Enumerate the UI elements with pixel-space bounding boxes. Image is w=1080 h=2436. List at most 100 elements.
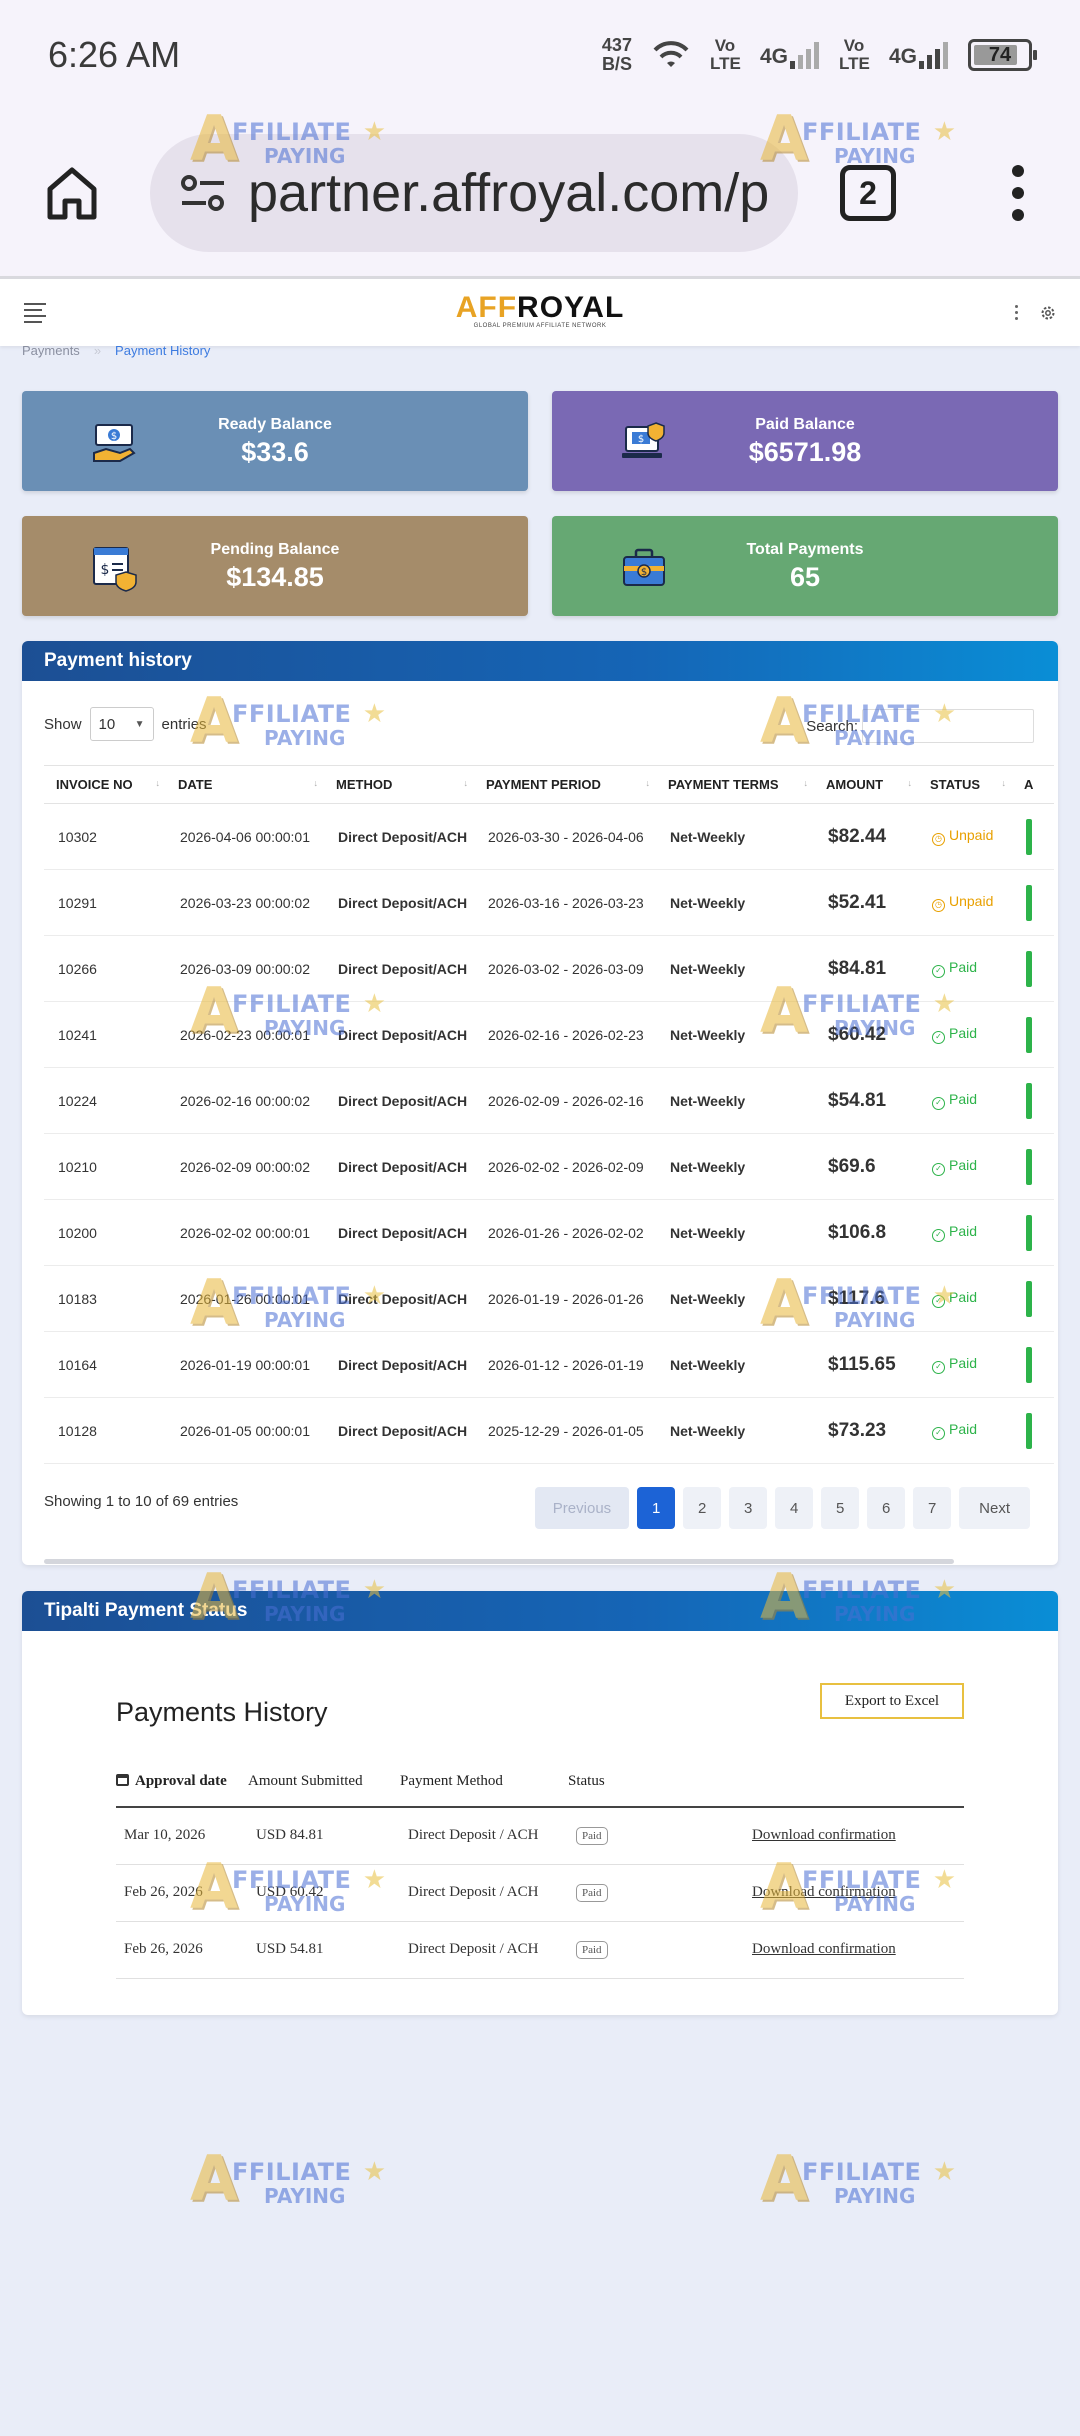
check-circle-icon: ✓ (932, 1427, 945, 1440)
download-confirmation-link[interactable]: Download confirmation (752, 1884, 896, 1900)
more-options-icon[interactable] (1015, 305, 1018, 320)
network-speed: 437 B/S (602, 36, 632, 74)
status-cell: Paid (568, 1864, 744, 1922)
action-cell (1012, 1199, 1054, 1266)
amount-cell: $60.42 (814, 1001, 918, 1068)
previous-page-button[interactable]: Previous (534, 1487, 630, 1529)
horizontal-scrollbar[interactable] (44, 1559, 954, 1564)
page-size-select[interactable]: 10 ▼ (89, 707, 154, 741)
download-header (744, 1757, 964, 1808)
page-button[interactable]: 3 (729, 1487, 768, 1529)
tab-switcher-button[interactable]: 2 (840, 165, 896, 221)
table-footer: Showing 1 to 10 of 69 entries Previous 1 2… (22, 1463, 1058, 1564)
affroyal-logo[interactable]: AFFROYAL GLOBAL PREMIUM AFFILIATE NETWOR… (456, 293, 625, 330)
amount-submitted-cell: USD 54.81 (248, 1921, 400, 1979)
clock-icon: ◷ (932, 899, 945, 912)
invoice-cell: 10224 (44, 1067, 166, 1134)
laptop-shield-icon: $ (622, 422, 665, 458)
invoice-cell: 10164 (44, 1331, 166, 1398)
sort-icon: ↓ (803, 778, 809, 788)
amount-submitted-header: Amount Submitted (248, 1757, 400, 1808)
date-cell: 2026-02-23 00:00:01 (166, 1001, 324, 1068)
status-cell: ✓ Paid (918, 1397, 1012, 1464)
search-label: Search: (806, 717, 858, 735)
gear-icon[interactable] (1040, 305, 1056, 321)
action-button[interactable] (1026, 818, 1032, 855)
action-button[interactable] (1026, 1148, 1032, 1185)
star-icon: ★ (932, 2156, 956, 2186)
terms-cell: Net-Weekly (656, 803, 814, 870)
entries-label: entries (161, 715, 207, 733)
export-to-excel-button[interactable]: Export to Excel (820, 1683, 964, 1719)
tipalti-panel: Tipalti Payment Status Payments History … (22, 1591, 1058, 2015)
page-button[interactable]: 5 (821, 1487, 860, 1529)
download-confirmation-link[interactable]: Download confirmation (752, 1827, 896, 1843)
page-size-control: Show 10 ▼ entries (44, 707, 207, 741)
page-button[interactable]: 6 (867, 1487, 906, 1529)
status-cell: ◷ Unpaid (918, 869, 1012, 936)
download-cell: Download confirmation (744, 1864, 964, 1922)
page-button[interactable]: 2 (683, 1487, 722, 1529)
action-button[interactable] (1026, 1346, 1032, 1383)
check-circle-icon: ✓ (932, 1361, 945, 1374)
action-button[interactable] (1026, 884, 1032, 921)
tipalti-header-row: Approval date Amount Submitted Payment M… (116, 1757, 964, 1808)
tipalti-row: Feb 26, 2026 USD 54.81 Direct Deposit / AC… (116, 1921, 964, 1979)
column-header-2[interactable]: METHOD ↓ (324, 765, 474, 804)
column-header-1[interactable]: DATE ↓ (166, 765, 324, 804)
breadcrumb-payments[interactable]: Payments (22, 343, 80, 358)
column-header-3[interactable]: PAYMENT PERIOD ↓ (474, 765, 656, 804)
page-button[interactable]: 1 (637, 1487, 676, 1529)
action-button[interactable] (1026, 1280, 1032, 1317)
status-bar: 6:26 AM 437 B/S Vo LTE 4G Vo LTE 4G 74 (0, 0, 1080, 110)
svg-text:$: $ (638, 434, 644, 445)
page-button[interactable]: 4 (775, 1487, 814, 1529)
method-cell: Direct Deposit/ACH (324, 1265, 474, 1332)
column-header-6[interactable]: STATUS ↓ (918, 765, 1012, 804)
action-button[interactable] (1026, 1214, 1032, 1251)
page-button[interactable]: 7 (913, 1487, 952, 1529)
date-cell: 2026-04-06 00:00:01 (166, 803, 324, 870)
column-header-7[interactable]: A (1012, 765, 1054, 804)
column-header-4[interactable]: PAYMENT TERMS ↓ (656, 765, 814, 804)
home-button[interactable] (40, 161, 104, 225)
signal-2: 4G (889, 41, 948, 69)
site-header: AFFROYAL GLOBAL PREMIUM AFFILIATE NETWOR… (0, 276, 1080, 346)
address-bar[interactable]: partner.affroyal.com/p (150, 134, 798, 252)
next-page-button[interactable]: Next (959, 1487, 1030, 1529)
invoice-cell: 10210 (44, 1133, 166, 1200)
browser-menu-button[interactable] (1012, 165, 1024, 221)
invoice-cell: 10302 (44, 803, 166, 870)
site-settings-icon[interactable] (180, 173, 226, 213)
action-button[interactable] (1026, 950, 1032, 987)
pagination: Previous 1 2 3 4 5 6 7 Next (534, 1487, 1030, 1529)
status-text: Unpaid (949, 893, 994, 909)
signal-bars-2-icon (919, 41, 948, 69)
sidebar-toggle-icon[interactable] (24, 302, 46, 323)
url-text: partner.affroyal.com/p (248, 163, 770, 223)
breadcrumb: Payments » Payment History (22, 343, 210, 358)
column-header-5[interactable]: AMOUNT ↓ (814, 765, 918, 804)
invoice-shield-icon: $ (93, 547, 137, 592)
approval-date-header[interactable]: Approval date (116, 1757, 248, 1808)
action-button[interactable] (1026, 1412, 1032, 1449)
column-header-0[interactable]: INVOICE NO ↓ (44, 765, 166, 804)
table-search: Search: (806, 709, 1034, 743)
terms-cell: Net-Weekly (656, 1067, 814, 1134)
invoice-cell: 10183 (44, 1265, 166, 1332)
method-cell: Direct Deposit/ACH (324, 1397, 474, 1464)
action-button[interactable] (1026, 1016, 1032, 1053)
volte-label-1: Vo LTE (709, 36, 741, 73)
status-cell: Paid (568, 1921, 744, 1979)
status-cell: ✓ Paid (918, 1265, 1012, 1332)
total-payments-card: $ Total Payments 65 (552, 516, 1058, 616)
amount-cell: $115.65 (814, 1331, 918, 1398)
status-cell: ✓ Paid (918, 1199, 1012, 1266)
approval-date-header-label: Approval date (135, 1773, 227, 1789)
table-header-row: INVOICE NO ↓ DATE ↓ METHOD ↓ PAYMENT PERIOD ↓ PA… (44, 765, 1054, 804)
action-cell (1012, 935, 1054, 1002)
action-button[interactable] (1026, 1082, 1032, 1119)
status-text: Paid (949, 1091, 978, 1107)
search-input[interactable] (862, 709, 1034, 743)
download-confirmation-link[interactable]: Download confirmation (752, 1941, 896, 1957)
